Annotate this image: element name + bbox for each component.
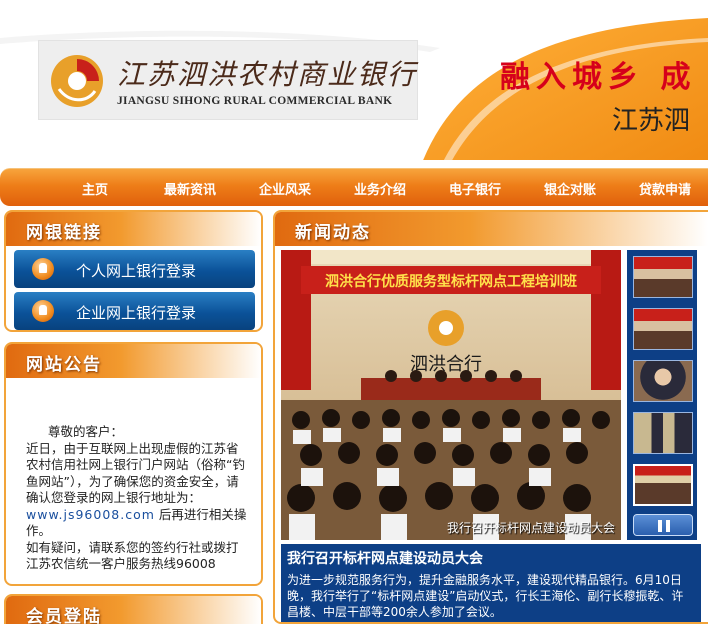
news-thumbnail-strip xyxy=(627,250,697,540)
photo-banner-text: 泗洪合行优质服务型标杆网点工程培训班 xyxy=(325,273,577,290)
news-headline-link[interactable]: 我行召开标杆网点建设动员大会 xyxy=(287,548,695,568)
bank-logo-icon xyxy=(51,55,103,107)
nav-item-loan-application[interactable]: 贷款申请 xyxy=(639,179,691,198)
header-sub-slogan: 江苏泗 xyxy=(612,106,691,136)
site-notice-title: 网站公告 xyxy=(26,355,102,375)
bank-name-english: JIANGSU SIHONG RURAL COMMERCIAL BANK xyxy=(117,95,393,107)
member-login-panel: 会员登陆 xyxy=(4,594,263,624)
news-thumbnail-4[interactable] xyxy=(633,412,693,454)
user-icon xyxy=(32,258,54,280)
site-notice-header: 网站公告 xyxy=(6,344,261,378)
news-title: 新闻动态 xyxy=(295,223,371,243)
news-panel: 新闻动态 泗洪合行优质服务型标杆网点工程培训班 泗洪合行 我行召开标杆网点建设动… xyxy=(273,210,708,624)
online-banking-header: 网银链接 xyxy=(6,212,261,246)
site-header: 江苏泗洪农村商业银行 JIANGSU SIHONG RURAL COMMERCI… xyxy=(0,0,708,160)
news-thumbnail-1[interactable] xyxy=(633,256,693,298)
online-banking-title: 网银链接 xyxy=(26,223,102,243)
news-thumbnail-5-active[interactable] xyxy=(633,464,693,506)
slideshow-pause-button[interactable] xyxy=(633,514,693,536)
news-photo-caption: 我行召开标杆网点建设动员大会 xyxy=(446,521,615,535)
users-group-icon xyxy=(32,300,54,322)
bank-logo[interactable]: 江苏泗洪农村商业银行 JIANGSU SIHONG RURAL COMMERCI… xyxy=(38,40,418,120)
corporate-ebank-login-button[interactable]: 企业网上银行登录 xyxy=(14,292,255,330)
nav-item-business-intro[interactable]: 业务介绍 xyxy=(354,179,406,198)
site-notice-panel: 网站公告 尊敬的客户： 近日，由于互联网上出现虚假的江苏省农村信用社网上银行门户… xyxy=(4,342,263,586)
notice-paragraph-1: 近日，由于互联网上出现虚假的江苏省农村信用社网上银行门户网站（俗称“钓鱼网站”）… xyxy=(26,441,248,540)
notice-greeting: 尊敬的客户： xyxy=(48,424,124,439)
nav-item-home[interactable]: 主页 xyxy=(82,179,108,198)
personal-ebank-login-label: 个人网上银行登录 xyxy=(76,262,197,280)
nav-item-corporate-style[interactable]: 企业风采 xyxy=(259,179,311,198)
member-login-header: 会员登陆 xyxy=(6,596,261,624)
pause-icon xyxy=(658,520,662,532)
news-featured-photo[interactable]: 泗洪合行优质服务型标杆网点工程培训班 泗洪合行 我行召开标杆网点建设动员大会 xyxy=(281,250,621,540)
nav-item-reconciliation[interactable]: 银企对账 xyxy=(544,179,596,198)
meeting-photo-illustration: 泗洪合行优质服务型标杆网点工程培训班 泗洪合行 xyxy=(281,250,621,540)
notice-paragraph-1-text: 近日，由于互联网上出现虚假的江苏省农村信用社网上银行门户网站（俗称“钓鱼网站”）… xyxy=(26,440,245,506)
nav-item-e-banking[interactable]: 电子银行 xyxy=(449,179,501,198)
pause-icon-bar xyxy=(666,520,670,532)
bank-name-chinese: 江苏泗洪农村商业银行 xyxy=(117,58,418,91)
site-notice-body[interactable]: 尊敬的客户： 近日，由于互联网上出现虚假的江苏省农村信用社网上银行门户网站（俗称… xyxy=(26,424,248,580)
notice-paragraph-2: 如有疑问，请联系您的签约行社或拨打江苏农信统一客户服务热线96008 xyxy=(26,539,239,572)
news-header: 新闻动态 xyxy=(275,212,708,246)
news-thumbnail-3[interactable] xyxy=(633,360,693,402)
notice-bank-url: www.js96008.com xyxy=(26,506,155,522)
news-thumbnail-2[interactable] xyxy=(633,308,693,350)
header-slogan: 融入城乡 成 xyxy=(500,60,697,95)
nav-item-latest-news[interactable]: 最新资讯 xyxy=(164,179,216,198)
photo-logo-text: 泗洪合行 xyxy=(410,354,482,375)
news-summary-box: 我行召开标杆网点建设动员大会 为进一步规范服务行为，提升金融服务水平，建设现代精… xyxy=(281,544,701,622)
member-login-title: 会员登陆 xyxy=(26,607,102,624)
main-nav: 主页 最新资讯 企业风采 业务介绍 电子银行 银企对账 贷款申请 xyxy=(0,168,708,206)
news-summary-text: 为进一步规范服务行为，提升金融服务水平，建设现代精品银行。6月10日晚，我行举行… xyxy=(287,573,684,619)
corporate-ebank-login-label: 企业网上银行登录 xyxy=(76,304,197,322)
online-banking-panel: 网银链接 个人网上银行登录 企业网上银行登录 xyxy=(4,210,263,332)
personal-ebank-login-button[interactable]: 个人网上银行登录 xyxy=(14,250,255,288)
